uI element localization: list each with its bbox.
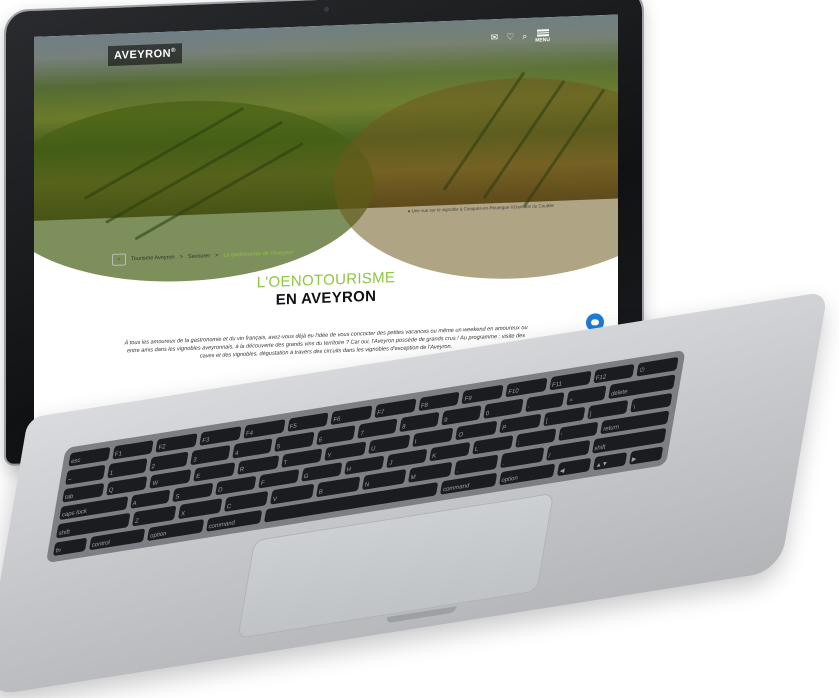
key[interactable]: T xyxy=(280,447,323,468)
site-logo[interactable]: AVEYRON® xyxy=(108,43,183,67)
key[interactable]: F9 xyxy=(461,384,504,405)
key[interactable]: F4 xyxy=(243,419,286,440)
key[interactable]: 0 xyxy=(483,398,524,419)
key[interactable]: ▶ xyxy=(628,446,664,465)
key[interactable]: 7 xyxy=(357,418,398,439)
key[interactable]: 3 xyxy=(190,445,231,465)
key[interactable]: P xyxy=(499,413,542,434)
webcam xyxy=(324,6,329,12)
key[interactable]: 6 xyxy=(315,425,357,446)
key[interactable]: F11 xyxy=(549,370,592,391)
breadcrumb-separator: > xyxy=(215,252,219,259)
key[interactable]: 8 xyxy=(399,412,440,432)
key[interactable]: F xyxy=(258,469,300,489)
hill-right xyxy=(334,71,618,286)
key[interactable]: F10 xyxy=(505,377,548,398)
key[interactable]: A xyxy=(129,489,171,510)
key[interactable]: F8 xyxy=(417,391,461,412)
breadcrumb-separator: > xyxy=(179,254,183,261)
key[interactable]: fn xyxy=(52,537,88,557)
key[interactable]: F2 xyxy=(155,433,198,454)
key[interactable]: 5 xyxy=(274,431,315,452)
logo-mark: ® xyxy=(171,47,177,55)
key[interactable]: I xyxy=(411,427,454,448)
key[interactable]: 2 xyxy=(148,451,189,472)
heart-icon[interactable]: ♡ xyxy=(506,32,514,43)
key[interactable]: tab xyxy=(62,482,105,503)
back-button[interactable]: ‹ xyxy=(112,253,126,266)
key[interactable]: 1 xyxy=(106,458,148,479)
breadcrumb-item[interactable]: Tourisme Aveyron xyxy=(131,255,175,263)
key[interactable]: F12 xyxy=(592,363,635,384)
logo-text: AVEYRON xyxy=(114,47,172,62)
key[interactable]: Q xyxy=(105,475,148,496)
menu-label: MENU xyxy=(535,36,550,44)
key[interactable]: - xyxy=(524,392,565,412)
header-icons: ✉ ♡ ⌕ MENU xyxy=(491,29,550,45)
key[interactable]: F5 xyxy=(286,412,329,433)
location-pin-icon: ● xyxy=(407,208,411,214)
key[interactable]: ▲▼ xyxy=(592,451,628,471)
key[interactable]: ] xyxy=(586,399,629,420)
key[interactable]: D xyxy=(215,475,257,496)
search-icon[interactable]: ⌕ xyxy=(522,31,527,42)
key[interactable]: J xyxy=(386,448,428,469)
key[interactable]: F3 xyxy=(199,426,242,447)
key[interactable]: K xyxy=(429,441,471,462)
key[interactable]: \ xyxy=(630,392,673,413)
key[interactable]: H xyxy=(343,455,385,476)
key[interactable]: ◀ xyxy=(556,457,592,477)
chevron-left-icon: ‹ xyxy=(118,256,120,263)
mail-icon[interactable]: ✉ xyxy=(491,32,499,43)
key[interactable]: = xyxy=(566,385,607,406)
hero-image-vineyard: AVEYRON® ✉ ♡ ⌕ MENU xyxy=(34,14,618,289)
key[interactable]: U xyxy=(368,434,411,455)
key[interactable]: E xyxy=(193,461,236,482)
key[interactable]: ~ xyxy=(65,465,106,485)
key[interactable]: O xyxy=(455,420,498,441)
key[interactable]: esc xyxy=(68,446,111,467)
key[interactable]: ⏻ xyxy=(636,356,679,377)
key[interactable]: ' xyxy=(557,421,599,442)
menu-button[interactable]: MENU xyxy=(535,29,550,43)
key[interactable]: F6 xyxy=(330,405,373,426)
key[interactable]: W xyxy=(149,468,192,489)
key[interactable]: F7 xyxy=(374,398,417,419)
key[interactable]: [ xyxy=(543,406,586,427)
key[interactable]: R xyxy=(237,454,280,475)
key[interactable]: ; xyxy=(514,428,557,449)
key[interactable]: L xyxy=(472,435,514,455)
key[interactable]: Y xyxy=(324,441,367,462)
key[interactable]: F1 xyxy=(111,440,155,461)
breadcrumb-item[interactable]: Savourer xyxy=(188,253,210,260)
key[interactable]: S xyxy=(172,482,214,503)
key[interactable]: 4 xyxy=(232,438,273,459)
key[interactable]: 9 xyxy=(441,405,482,426)
breadcrumb-current: La gastronomie de l'Aveyron xyxy=(223,249,293,259)
chat-icon xyxy=(591,319,599,326)
key[interactable]: G xyxy=(300,462,343,483)
